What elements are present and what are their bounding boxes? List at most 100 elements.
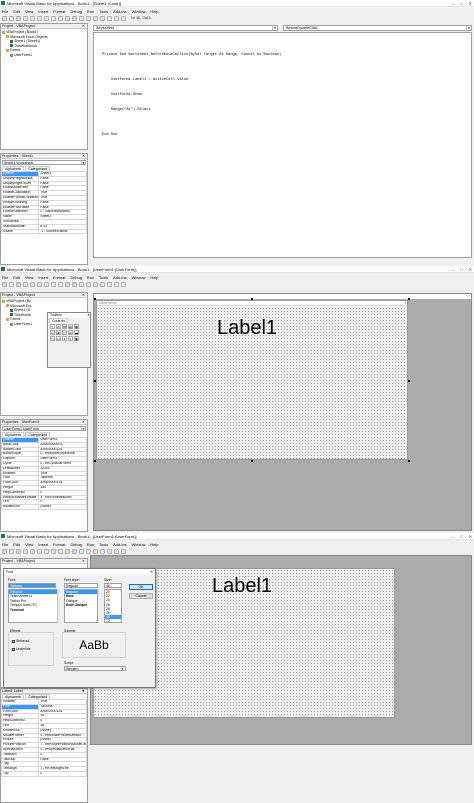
chevron-down-icon[interactable]: ▼ [466, 26, 471, 30]
property-row[interactable]: SpecialEffect 0 - fmSpecialEffectFlat [1, 746, 87, 753]
property-row[interactable]: MousePointer 0 - fmMousePointerDefault [1, 732, 87, 739]
resize-handle[interactable] [408, 460, 410, 462]
resize-handle[interactable] [94, 298, 96, 300]
togglebutton-tool-icon[interactable]: ▭ [62, 330, 67, 335]
close-icon[interactable]: ✕ [82, 293, 85, 297]
userform-canvas[interactable]: UserForm1 ✕ Label1 [96, 300, 408, 460]
menu-insert[interactable]: Insert [38, 275, 48, 280]
object-browser-icon[interactable] [107, 15, 112, 21]
resize-handle[interactable] [251, 298, 253, 300]
find-icon[interactable] [44, 281, 49, 287]
tree-item-userform1[interactable]: UserForm1 [2, 53, 87, 58]
paste-icon[interactable] [37, 15, 42, 21]
resize-handle[interactable] [408, 380, 410, 382]
undo-icon[interactable] [51, 281, 56, 287]
undo-icon[interactable] [51, 15, 56, 21]
close-icon[interactable]: ✕ [469, 1, 472, 6]
object-browser-icon[interactable] [107, 281, 112, 287]
textbox-tool-icon[interactable]: ab [62, 324, 67, 329]
run-icon[interactable] [65, 15, 70, 21]
run-icon[interactable] [65, 281, 70, 287]
maximize-icon[interactable]: □ [460, 534, 462, 539]
script-select[interactable]: Western ▼ [64, 666, 126, 671]
menu-edit[interactable]: Edit [13, 9, 20, 14]
object-combo[interactable]: Worksheet ▼ [93, 25, 278, 31]
project-explorer-icon[interactable] [93, 548, 98, 554]
tab-alphabetic[interactable]: Alphabetic [2, 694, 25, 699]
object-browser-icon[interactable] [107, 548, 112, 554]
redo-icon[interactable] [58, 15, 63, 21]
font-name-field[interactable]: Tahoma [8, 583, 56, 588]
chevron-down-icon[interactable]: ▼ [81, 161, 85, 165]
copy-icon[interactable] [30, 281, 35, 287]
menu-file[interactable]: File [2, 275, 8, 280]
insert-userform-icon[interactable] [9, 15, 14, 21]
menu-view[interactable]: View [25, 542, 33, 547]
toolbox-icon[interactable] [114, 15, 119, 21]
menu-run[interactable]: Run [87, 275, 94, 280]
commandbutton-tool-icon[interactable]: ▬ [74, 330, 79, 335]
optionbutton-tool-icon[interactable]: ◉ [56, 330, 61, 335]
tabstrip-tool-icon[interactable]: ⊓ [50, 336, 55, 341]
tab-alphabetic[interactable]: Alphabetic [2, 166, 25, 171]
project-explorer-icon[interactable] [93, 281, 98, 287]
close-icon[interactable]: ✕ [468, 294, 471, 299]
resize-handle[interactable] [251, 460, 253, 462]
label-tool-icon[interactable]: A [56, 324, 61, 329]
help-icon[interactable] [121, 548, 126, 554]
menu-help[interactable]: Help [150, 542, 158, 547]
menu-file[interactable]: File [2, 542, 8, 547]
underline-checkbox[interactable]: Underline [12, 647, 31, 651]
label1-control[interactable]: Label1 [212, 575, 272, 598]
menu-format[interactable]: Format [53, 542, 65, 547]
chevron-down-icon[interactable]: ▼ [272, 26, 277, 30]
run-icon[interactable] [65, 548, 70, 554]
resize-handle[interactable] [94, 460, 96, 462]
undo-icon[interactable] [51, 548, 56, 554]
break-icon[interactable] [72, 548, 77, 554]
property-row[interactable]: BorderStyle 0 - fmBorderStyleNone [1, 451, 87, 458]
menu-run[interactable]: Run [87, 542, 94, 547]
save-icon[interactable] [16, 548, 21, 554]
font-size-field[interactable]: 48 [104, 583, 122, 588]
reset-icon[interactable] [79, 548, 84, 554]
chevron-down-icon[interactable]: ▼ [121, 667, 125, 671]
paste-icon[interactable] [37, 281, 42, 287]
strikeout-checkbox[interactable]: Strikeout [12, 639, 29, 643]
properties-icon[interactable] [100, 15, 105, 21]
resize-handle[interactable] [94, 380, 96, 382]
redo-icon[interactable] [58, 281, 63, 287]
insert-userform-icon[interactable] [9, 281, 14, 287]
minimize-icon[interactable]: – [452, 1, 454, 6]
design-mode-icon[interactable] [86, 548, 91, 554]
close-icon[interactable]: ✕ [87, 313, 90, 318]
scrollbar-tool-icon[interactable]: ⇕ [62, 336, 67, 341]
minimize-icon[interactable]: – [452, 267, 454, 272]
menu-add-ins[interactable]: Add-Ins [113, 9, 126, 14]
project-explorer-icon[interactable] [93, 15, 98, 21]
cut-icon[interactable] [23, 548, 28, 554]
paste-icon[interactable] [37, 548, 42, 554]
maximize-icon[interactable]: □ [460, 1, 462, 6]
find-icon[interactable] [44, 15, 49, 21]
property-row[interactable]: Top 0 [1, 770, 87, 777]
menu-tools[interactable]: Tools [99, 542, 108, 547]
menu-window[interactable]: Window [132, 275, 146, 280]
break-icon[interactable] [72, 281, 77, 287]
help-icon[interactable] [121, 281, 126, 287]
property-row[interactable]: Visible -1 - xlSheetVisible [1, 228, 87, 235]
code-window[interactable]: Private Sub Worksheet_BeforeDoubleClick(… [93, 32, 472, 258]
select-objects-icon[interactable]: ↖ [50, 324, 55, 329]
save-icon[interactable] [16, 281, 21, 287]
list-item[interactable]: Terminal [9, 608, 59, 612]
spinbutton-tool-icon[interactable]: ⇳ [68, 336, 73, 341]
list-item[interactable]: 72 [105, 619, 121, 622]
menu-insert[interactable]: Insert [38, 9, 48, 14]
procedure-combo[interactable]: BeforeDoubleClick ▼ [283, 25, 472, 31]
menu-help[interactable]: Help [150, 9, 158, 14]
tab-controls[interactable]: Controls [49, 318, 69, 323]
toolbox-icon[interactable] [114, 281, 119, 287]
menu-format[interactable]: Format [53, 275, 65, 280]
close-icon[interactable]: ✕ [469, 267, 472, 272]
menu-add-ins[interactable]: Add-Ins [113, 275, 126, 280]
